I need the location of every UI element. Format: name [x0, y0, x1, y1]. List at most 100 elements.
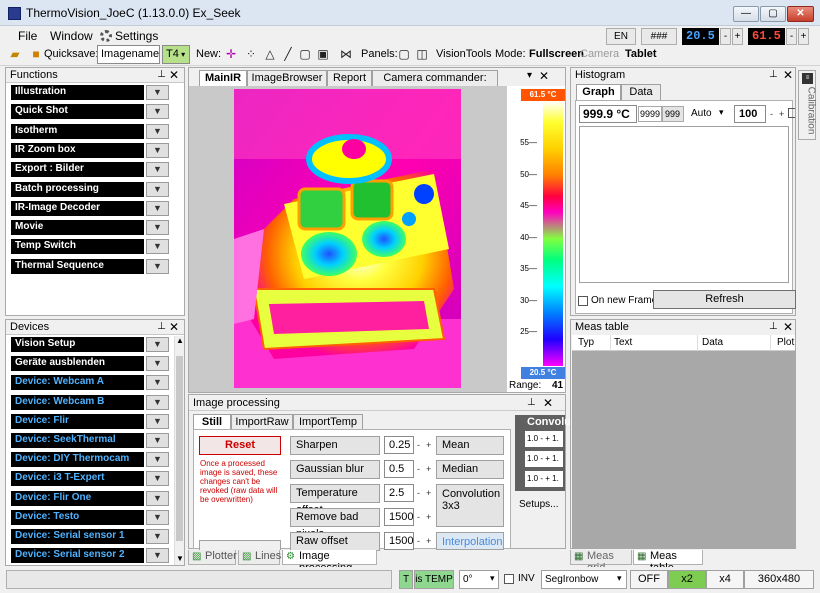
value-minus[interactable]: -	[417, 464, 420, 474]
box-icon[interactable]: ▣	[316, 47, 330, 61]
chevron-down-icon[interactable]: ▾	[490, 573, 495, 584]
tab-graph[interactable]: Graph	[576, 84, 621, 100]
value-minus[interactable]: -	[417, 512, 420, 522]
function-item[interactable]: IR-Image Decoder ▼	[11, 200, 169, 216]
bottom-tab-1[interactable]: ▨ Lines	[238, 550, 281, 565]
device-item[interactable]: Device: Serial sensor 2 ▼	[11, 548, 169, 564]
value-minus[interactable]: -	[417, 488, 420, 498]
processing-button[interactable]: Temperature offset	[290, 484, 380, 516]
processing-value[interactable]: 2.5	[384, 484, 414, 502]
chevron-down-icon[interactable]: ▼	[146, 200, 169, 216]
close-icon[interactable]: ✕	[783, 68, 793, 82]
calibration-side-tab[interactable]: ≡ Calibration	[798, 70, 816, 140]
thermal-image[interactable]	[234, 89, 461, 388]
chevron-down-icon[interactable]: ▼	[146, 394, 169, 410]
scroll-thumb[interactable]	[176, 356, 183, 541]
chevron-down-icon[interactable]: ▼	[146, 181, 169, 197]
value-minus[interactable]: -	[417, 536, 420, 546]
chevron-down-icon[interactable]: ▼	[146, 142, 169, 158]
function-item-label[interactable]: Quick Shot	[11, 104, 144, 120]
menu-window[interactable]: Window	[50, 29, 93, 43]
function-item[interactable]: Movie ▼	[11, 220, 169, 236]
processing-value[interactable]: 0.5	[384, 460, 414, 478]
device-item[interactable]: Device: Flir ▼	[11, 413, 169, 429]
chevron-down-icon[interactable]: ▼	[146, 239, 169, 255]
tablet-button[interactable]: Tablet	[625, 48, 657, 60]
function-item-label[interactable]: Export : Bilder	[11, 162, 144, 178]
device-item[interactable]: Geräte ausblenden ▼	[11, 356, 169, 372]
chevron-down-icon[interactable]: ▾	[617, 573, 622, 584]
meas-tab-1[interactable]: ▦ Meas table	[633, 550, 703, 574]
tab-data[interactable]: Data	[621, 84, 661, 100]
meas-column-header[interactable]: Data	[702, 337, 723, 348]
maximize-button[interactable]: ▢	[760, 6, 786, 22]
is-temp-button[interactable]: is TEMP	[414, 570, 454, 589]
tab-menu-icon[interactable]: ▾	[527, 70, 532, 81]
scroll-down-icon[interactable]: ▼	[176, 554, 184, 563]
function-item-label[interactable]: Thermal Sequence	[11, 258, 144, 274]
panel-split-icon[interactable]: ◫	[415, 47, 429, 61]
zoom-x2-button[interactable]: x2	[668, 570, 706, 589]
scroll-up-icon[interactable]: ▲	[176, 336, 184, 345]
reset-button[interactable]: Reset	[199, 436, 281, 455]
visiontools-button[interactable]: VisionTools	[436, 48, 491, 60]
open-folder-icon[interactable]: ▰	[8, 47, 22, 61]
close-icon[interactable]: ✕	[543, 396, 553, 410]
value-minus[interactable]: -	[417, 440, 420, 450]
device-item[interactable]: Device: Webcam B ▼	[11, 394, 169, 410]
temp-low-minus[interactable]: -	[720, 28, 731, 45]
temp-high-plus[interactable]: +	[798, 28, 809, 45]
panel-single-icon[interactable]: ▢	[397, 47, 411, 61]
inv-checkbox[interactable]	[504, 574, 514, 584]
pin-icon[interactable]: ⊥	[157, 321, 166, 332]
chevron-down-icon[interactable]: ▼	[146, 85, 169, 100]
chevron-down-icon[interactable]: ▼	[146, 337, 169, 352]
device-item-label[interactable]: Vision Setup	[11, 337, 144, 352]
tab-processing-2[interactable]: ImportTemp	[293, 414, 363, 430]
tab-processing-1[interactable]: ImportRaw	[231, 414, 293, 430]
value-plus[interactable]: +	[426, 464, 431, 474]
device-item[interactable]: Device: Testo ▼	[11, 509, 169, 525]
close-icon[interactable]: ✕	[539, 69, 549, 83]
language-button[interactable]: EN	[606, 28, 636, 45]
function-item-label[interactable]: Movie	[11, 220, 144, 236]
fullscreen-button[interactable]: Fullscreen	[529, 48, 584, 60]
device-item-label[interactable]: Device: Serial sensor 2	[11, 548, 144, 564]
chevron-down-icon[interactable]: ▼	[146, 375, 169, 391]
interpolation-button[interactable]: Interpolation	[436, 532, 504, 550]
value-plus[interactable]: +	[426, 512, 431, 522]
palette-combo[interactable]: SegIronbow	[541, 570, 627, 589]
chevron-down-icon[interactable]: ▼	[146, 548, 169, 564]
meas-column-header[interactable]: Typ	[578, 337, 594, 348]
pin-icon[interactable]: ⊥	[769, 321, 778, 332]
function-item[interactable]: Temp Switch ▼	[11, 239, 169, 255]
tab-main-2[interactable]: Report	[327, 70, 372, 86]
value-plus[interactable]: +	[426, 440, 431, 450]
function-item-label[interactable]: Temp Switch	[11, 239, 144, 255]
function-item-label[interactable]: IR Zoom box	[11, 142, 144, 158]
network-icon[interactable]: ⋈	[339, 47, 353, 61]
temp-low-plus[interactable]: +	[732, 28, 743, 45]
processing-value[interactable]: 1500	[384, 508, 414, 526]
convolution-cell[interactable]: 1.0 - + 1.	[525, 431, 563, 447]
chevron-down-icon[interactable]: ▼	[146, 123, 169, 139]
device-item[interactable]: Device: Serial sensor 1 ▼	[11, 529, 169, 544]
convolution-button[interactable]: Convolution 3x3	[436, 484, 504, 527]
function-item[interactable]: Quick Shot ▼	[11, 104, 169, 120]
device-item-label[interactable]: Device: Flir One	[11, 490, 144, 506]
menu-settings[interactable]: Settings	[115, 29, 158, 43]
points-icon[interactable]: ⁘	[244, 47, 258, 61]
device-item[interactable]: Device: Webcam A ▼	[11, 375, 169, 391]
processing-value[interactable]: 1500	[384, 532, 414, 550]
chevron-down-icon[interactable]: ▼	[146, 356, 169, 372]
chevron-down-icon[interactable]: ▼	[146, 220, 169, 236]
devices-scrollbar[interactable]: ▲ ▼	[174, 336, 184, 565]
minimize-button[interactable]: —	[733, 6, 759, 22]
device-item[interactable]: Device: i3 T-Expert ▼	[11, 471, 169, 487]
line-icon[interactable]: ╱	[281, 47, 295, 61]
function-item[interactable]: Thermal Sequence ▼	[11, 258, 169, 274]
auto-combo[interactable]: Auto	[691, 108, 712, 119]
device-item-label[interactable]: Device: Webcam B	[11, 394, 144, 410]
pin-icon[interactable]: ⊥	[769, 69, 778, 80]
count-minus[interactable]: -	[770, 109, 773, 119]
